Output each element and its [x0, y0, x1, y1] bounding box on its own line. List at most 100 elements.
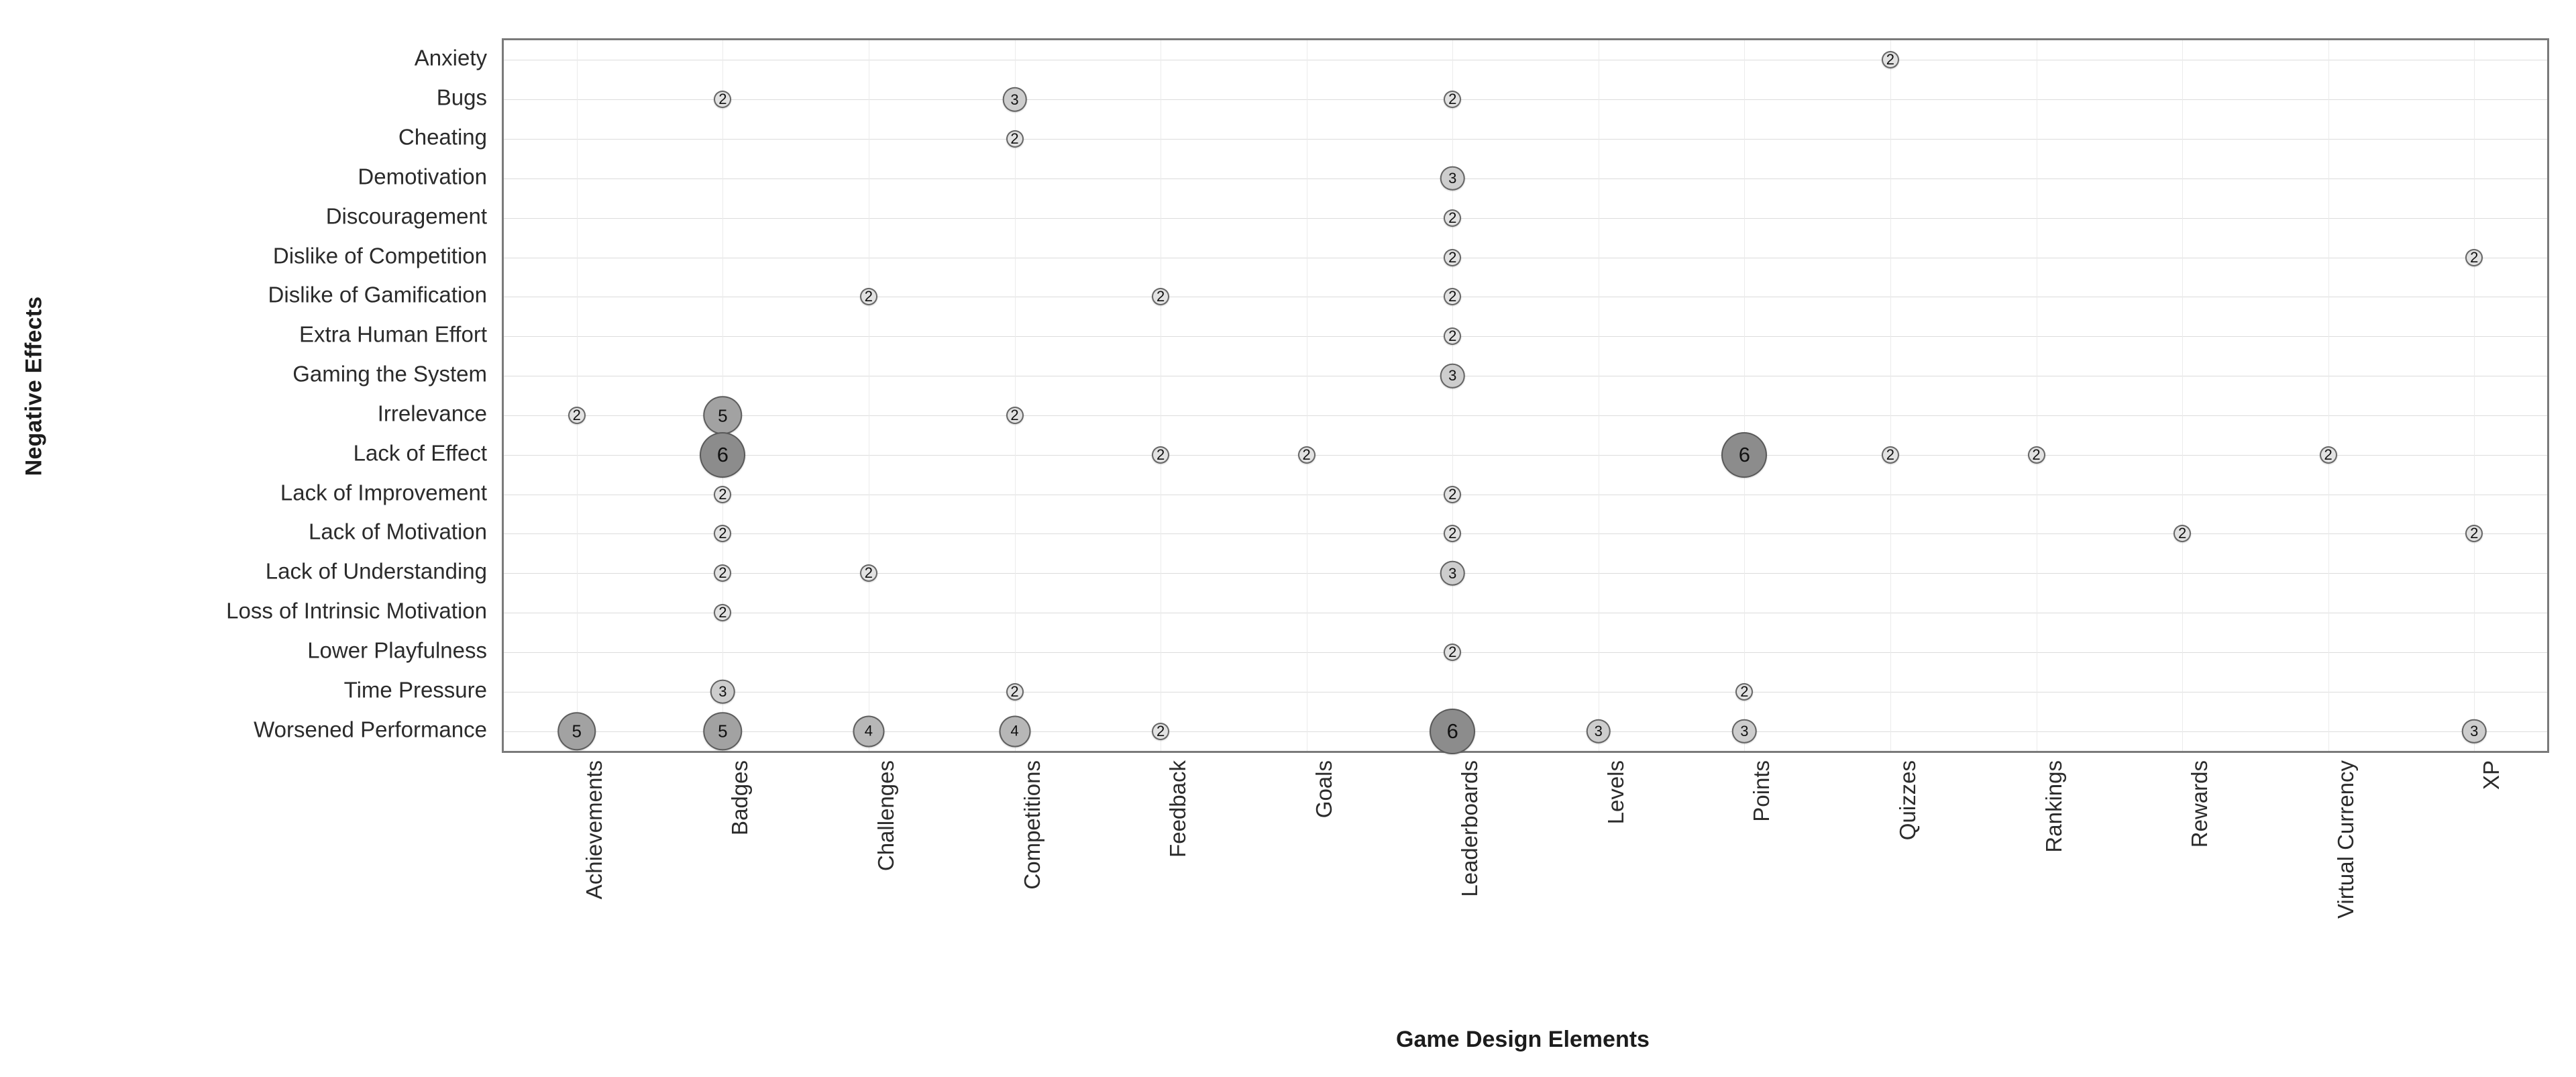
bubble-point: 2 — [2465, 248, 2483, 266]
bubble-point: 2 — [2465, 525, 2483, 543]
y-axis-tick-labels: Anxiety Bugs Cheating Demotivation Discourag… — [80, 38, 496, 753]
gridline-vertical — [2474, 40, 2475, 751]
bubble-point: 2 — [1152, 446, 1170, 464]
y-tick-label: Lack of Improvement — [280, 480, 487, 505]
x-tick-label: Badges — [727, 760, 753, 835]
gridline-horizontal — [504, 731, 2547, 732]
gridline-horizontal — [504, 415, 2547, 416]
x-tick-label: Leaderboards — [1457, 760, 1483, 897]
bubble-value-label: 5 — [718, 721, 728, 741]
gridline-horizontal — [504, 217, 2547, 219]
gridline-horizontal — [504, 99, 2547, 101]
x-tick-label: Levels — [1603, 760, 1628, 825]
bubble-value-label: 6 — [1738, 443, 1750, 467]
bubble-point: 2 — [1444, 327, 1462, 346]
y-tick-label: Irrelevance — [377, 401, 487, 426]
bubble-point: 2 — [1444, 248, 1462, 266]
bubble-value-label: 2 — [718, 525, 727, 542]
bubble-value-label: 2 — [1448, 288, 1457, 305]
bubble-point: 2 — [1444, 91, 1462, 109]
bubble-point: 2 — [2027, 446, 2045, 464]
y-tick-label: Time Pressure — [343, 677, 487, 703]
x-axis-title: Game Design Elements — [496, 1027, 2549, 1053]
bubble-point: 3 — [1732, 719, 1757, 743]
bubble-value-label: 2 — [1302, 446, 1311, 463]
bubble-point: 2 — [1735, 682, 1754, 701]
bubble-value-label: 4 — [864, 722, 873, 739]
bubble-value-label: 5 — [572, 721, 582, 741]
bubble-point: 2 — [1152, 288, 1170, 306]
x-tick-label: Goals — [1311, 760, 1336, 819]
x-tick-label: Rewards — [2187, 760, 2212, 848]
bubble-point: 6 — [1430, 708, 1476, 754]
bubble-value-label: 3 — [1448, 169, 1457, 187]
bubble-point: 2 — [1006, 682, 1024, 701]
bubble-value-label: 2 — [718, 564, 727, 582]
bubble-point: 3 — [710, 679, 735, 704]
bubble-value-label: 2 — [572, 406, 581, 423]
y-tick-label: Worsened Performance — [254, 717, 487, 742]
y-tick-label: Dislike of Gamification — [268, 282, 487, 307]
x-tick-label: Competitions — [1019, 760, 1044, 890]
gridline-horizontal — [504, 573, 2547, 574]
bubble-value-label: 3 — [1448, 367, 1457, 384]
gridline-horizontal — [504, 139, 2547, 140]
bubble-value-label: 3 — [718, 682, 727, 700]
bubble-value-label: 2 — [1448, 91, 1457, 108]
bubble-value-label: 2 — [2470, 248, 2479, 266]
bubble-value-label: 2 — [1886, 51, 1895, 68]
bubble-value-label: 2 — [1886, 446, 1895, 463]
x-tick-label: XP — [2479, 760, 2504, 790]
plot-area: 2 2 3 2 2 3 2 2 2 2 2 2 2 3 2 5 2 6 2 2 6 2 2 2 2 2 2 2 2 2 2 2 3 2 2 3 2 2 5 5… — [502, 38, 2549, 754]
y-tick-label: Anxiety — [414, 45, 487, 70]
gridline-horizontal — [504, 652, 2547, 653]
y-tick-label: Cheating — [398, 124, 487, 150]
bubble-point: 2 — [859, 288, 877, 306]
y-tick-label: Extra Human Effort — [299, 321, 487, 347]
bubble-point: 2 — [568, 406, 586, 424]
y-tick-label: Lack of Understanding — [265, 558, 487, 584]
bubble-value-label: 2 — [1156, 446, 1165, 463]
bubble-point: 3 — [1440, 363, 1465, 389]
y-tick-label: Dislike of Competition — [272, 243, 487, 268]
bubble-value-label: 2 — [2032, 446, 2041, 463]
bubble-point: 5 — [557, 711, 596, 751]
bubble-point: 2 — [1881, 446, 1899, 464]
y-tick-label: Lack of Motivation — [309, 519, 487, 544]
bubble-value-label: 2 — [1156, 288, 1165, 305]
gridline-horizontal — [504, 454, 2547, 456]
x-tick-label: Achievements — [581, 760, 606, 900]
bubble-value-label: 2 — [1448, 248, 1457, 266]
bubble-point: 2 — [859, 564, 877, 582]
bubble-chart-figure: Negative Effects Anxiety Bugs Cheating Demo… — [0, 0, 2576, 1077]
bubble-value-label: 2 — [1448, 209, 1457, 226]
bubble-value-label: 6 — [1446, 719, 1458, 743]
bubble-value-label: 6 — [716, 443, 729, 467]
gridline-vertical — [1744, 40, 1746, 751]
bubble-point: 6 — [700, 431, 746, 478]
x-tick-label: Challenges — [873, 760, 898, 872]
bubble-point: 2 — [714, 91, 732, 109]
bubble-point: 4 — [853, 715, 885, 748]
bubble-value-label: 2 — [1156, 722, 1165, 739]
x-tick-label: Rankings — [2041, 760, 2066, 853]
bubble-point: 2 — [1006, 130, 1024, 148]
y-tick-label: Lack of Effect — [353, 440, 487, 466]
bubble-point: 2 — [1297, 446, 1316, 464]
y-axis-title-text: Negative Effects — [21, 296, 47, 476]
bubble-point: 4 — [999, 715, 1030, 748]
bubble-point: 2 — [1444, 525, 1462, 543]
gridline-horizontal — [504, 691, 2547, 693]
bubble-point: 2 — [2174, 525, 2192, 543]
x-axis-title-text: Game Design Elements — [1396, 1027, 1650, 1052]
gridline-vertical — [2182, 40, 2184, 751]
bubble-point: 2 — [714, 485, 732, 503]
bubble-point: 2 — [1444, 485, 1462, 503]
bubble-value-label: 2 — [718, 604, 727, 621]
x-axis-tick-labels: Achievements Badges Challenges Competitions… — [502, 755, 2549, 1023]
y-tick-label: Loss of Intrinsic Motivation — [226, 598, 487, 623]
x-tick-label: Feedback — [1165, 760, 1191, 858]
y-tick-label: Demotivation — [358, 164, 487, 189]
bubble-value-label: 3 — [1010, 91, 1019, 108]
y-axis-title: Negative Effects — [4, 0, 64, 772]
